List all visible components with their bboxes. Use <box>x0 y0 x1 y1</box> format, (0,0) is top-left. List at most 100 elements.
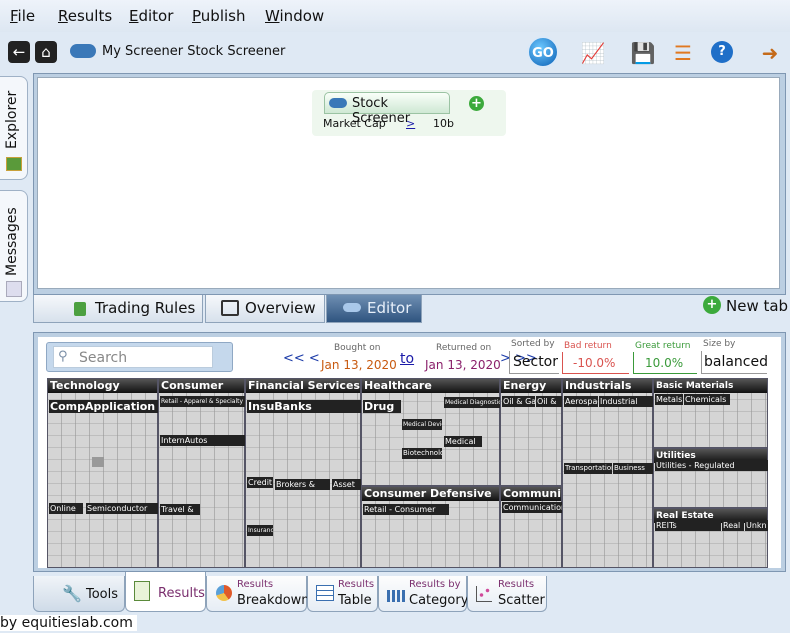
industry-label: Medical Devices <box>402 419 442 430</box>
industry-label: Oil & Gas <box>502 396 535 407</box>
tab-table[interactable]: Results Table <box>307 576 378 612</box>
menu-file[interactable]: File <box>10 7 35 25</box>
industry-label: Credit <box>247 477 273 488</box>
sorted-by-value: Sector <box>513 354 559 370</box>
side-tab-messages[interactable]: Messages <box>0 190 28 302</box>
industry-label: Retail - Apparel & Specialty <box>160 396 245 407</box>
industry-label: Medical Diagnostic <box>444 397 500 408</box>
bad-return-label: Bad return <box>564 341 612 351</box>
sector-consumer[interactable]: Consumer Retail - Apparel & Specialty In… <box>158 378 245 568</box>
binoculars-icon <box>329 98 347 108</box>
side-tab-messages-label: Messages <box>4 207 20 276</box>
industry-label: Asset <box>332 479 361 490</box>
great-return-value: 10.0% <box>645 356 684 370</box>
results-treemap[interactable]: Technology CompApplication Online Semico… <box>47 378 768 568</box>
sector-financial-services[interactable]: Financial Services InsuBanks Credit Brok… <box>245 378 361 568</box>
sector-healthcare[interactable]: Healthcare Drug Medical Diagnostic Medic… <box>361 378 500 486</box>
new-tab-label[interactable]: New tab <box>726 297 788 315</box>
sector-label: Industrials <box>563 379 652 393</box>
footer-credit: by equitieslab.com <box>0 615 137 631</box>
bought-on-date[interactable]: Jan 13, 2020 <box>321 358 397 372</box>
tab-overview[interactable]: Overview <box>205 295 325 323</box>
industry-label: InternAutos <box>160 435 245 446</box>
exit-icon[interactable]: ➜ <box>755 38 785 68</box>
tab-results[interactable]: Results <box>125 572 206 612</box>
explorer-icon <box>6 157 22 171</box>
sector-basic-materials[interactable]: Basic Materials Metals Chemicals <box>653 378 768 448</box>
messages-icon <box>6 281 22 297</box>
add-rule-icon[interactable]: + <box>469 96 484 111</box>
industry-label: Brokers & <box>275 479 330 490</box>
scatter-icon <box>476 586 492 602</box>
size-by-select[interactable]: balanced <box>701 351 769 374</box>
industry-label: Chemicals <box>684 394 730 405</box>
tab-category[interactable]: Results by Category <box>378 576 468 612</box>
save-icon[interactable]: 💾 <box>628 38 658 68</box>
to-link[interactable]: to <box>400 351 414 367</box>
search-input[interactable]: ⚲ Search <box>53 346 213 368</box>
industry-label: CompApplication <box>49 400 158 413</box>
sector-consumer-defensive[interactable]: Consumer Defensive Retail - Consumer <box>361 486 500 568</box>
sector-label: Energy <box>501 379 561 393</box>
help-icon[interactable]: ? <box>711 41 733 63</box>
chart-icon[interactable]: 📈 <box>578 38 608 68</box>
bar-chart-icon <box>387 590 405 602</box>
menu-window[interactable]: Window <box>265 7 324 25</box>
back-icon[interactable]: ← <box>8 41 30 63</box>
returned-on-date[interactable]: Jan 13, 2020 <box>425 358 501 372</box>
tab-table-label: Table <box>338 593 372 608</box>
pie-chart-icon <box>216 585 232 601</box>
rule-header-tab[interactable]: Stock Screener <box>324 92 450 126</box>
rule-field[interactable]: Market Cap <box>323 117 386 130</box>
rule-value[interactable]: 10b <box>433 117 454 130</box>
side-tab-explorer[interactable]: Explorer <box>0 76 28 180</box>
wrench-icon: 🔧 <box>62 584 82 603</box>
menu-results[interactable]: Results <box>58 7 112 25</box>
tab-trading-rules[interactable]: Trading Rules <box>33 295 203 323</box>
home-icon[interactable]: ⌂ <box>35 41 57 63</box>
search-box: ⚲ Search <box>46 342 233 372</box>
binoculars-icon <box>343 303 361 312</box>
sorted-by-select[interactable]: Sector <box>509 351 559 374</box>
sector-industrials[interactable]: Industrials Aerospace Industrial Transpo… <box>562 378 653 568</box>
sector-label: Communicat <box>501 487 561 501</box>
sector-utilities[interactable]: Utilities Utilities - Regulated <box>653 448 768 508</box>
industry-label: Drug <box>363 400 401 413</box>
returned-on-label: Returned on <box>436 343 492 353</box>
list-icon[interactable]: ☰ <box>668 38 698 68</box>
industry-label: Metals <box>655 394 683 405</box>
tab-scatter-small: Results <box>498 579 535 590</box>
great-return-input[interactable]: 10.0% <box>633 352 697 374</box>
tab-breakdown[interactable]: Results Breakdown <box>206 576 310 612</box>
size-by-value: balanced <box>704 354 769 370</box>
industry-label: Industrial <box>599 396 653 407</box>
prev-period-button[interactable]: << < <box>283 351 320 366</box>
stock-tile[interactable] <box>92 457 104 467</box>
sector-energy[interactable]: Energy Oil & Gas Oil & <box>500 378 562 486</box>
binoculars-icon <box>70 44 96 58</box>
tab-editor-label: Editor <box>367 299 412 317</box>
industry-label: Aerospace <box>564 396 598 407</box>
side-tab-explorer-label: Explorer <box>4 90 20 149</box>
search-icon: ⚲ <box>58 349 68 364</box>
industry-label: Real <box>722 520 744 531</box>
menu-publish[interactable]: Publish <box>192 7 245 25</box>
go-button[interactable]: GO <box>527 36 559 68</box>
size-by-label: Size by <box>703 339 736 349</box>
sector-real-estate[interactable]: Real Estate REITs Real Unkn <box>653 508 768 568</box>
great-return-label: Great return <box>635 341 691 351</box>
new-tab-icon[interactable]: + <box>703 296 721 314</box>
sector-label: Basic Materials <box>654 379 767 393</box>
tab-table-small: Results <box>338 579 375 590</box>
bad-return-input[interactable]: -10.0% <box>562 352 629 374</box>
rule-block[interactable]: Stock Screener + Market Cap > 10b <box>312 90 506 136</box>
tab-category-small: Results by <box>409 579 461 590</box>
menu-editor[interactable]: Editor <box>129 7 173 25</box>
tab-tools[interactable]: 🔧 Tools <box>33 576 125 612</box>
tab-editor[interactable]: Editor <box>326 295 422 323</box>
sector-technology[interactable]: Technology CompApplication Online Semico… <box>47 378 158 568</box>
sector-communication[interactable]: Communicat Communication <box>500 486 562 568</box>
screener-title: My Screener Stock Screener <box>102 44 286 59</box>
rule-operator[interactable]: > <box>406 117 415 130</box>
tab-scatter[interactable]: Results Scatter <box>467 576 547 612</box>
